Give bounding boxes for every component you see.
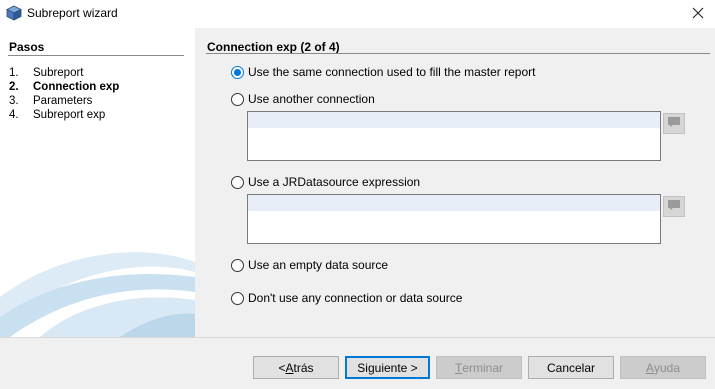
expression-editor-icon xyxy=(667,116,681,131)
radio-button[interactable] xyxy=(231,258,244,272)
radio-label: Don't use any connection or data source xyxy=(248,291,463,305)
step-item-subreport: 1. Subreport xyxy=(9,67,84,79)
back-button[interactable]: < Atrás xyxy=(253,356,339,379)
section-title: Connection exp (2 of 4) xyxy=(207,40,340,54)
radio-label: Use another connection xyxy=(248,92,375,106)
steps-divider xyxy=(8,55,184,56)
radio-same-connection[interactable]: Use the same connection used to fill the… xyxy=(231,64,535,80)
radio-no-connection[interactable]: Don't use any connection or data source xyxy=(231,290,462,306)
radio-button[interactable] xyxy=(231,175,244,189)
datasource-expression-editor-button[interactable] xyxy=(663,196,685,217)
step-label: Subreport xyxy=(33,67,84,79)
step-item-connection-exp: 2. Connection exp xyxy=(9,81,120,93)
window-title: Subreport wizard xyxy=(27,6,118,20)
radio-button-checked[interactable] xyxy=(231,65,244,79)
title-bar: Subreport wizard xyxy=(0,0,715,28)
steps-panel: Pasos 1. Subreport 2. Connection exp 3. Par… xyxy=(0,28,195,337)
expression-editor-icon xyxy=(667,199,681,214)
radio-another-connection[interactable]: Use another connection xyxy=(231,91,375,107)
datasource-expression-field[interactable] xyxy=(247,194,661,244)
steps-title: Pasos xyxy=(9,40,45,54)
decorative-swoosh xyxy=(0,252,195,337)
steps-list: 1. Subreport 2. Connection exp 3. Parameter… xyxy=(9,66,119,122)
radio-jr-datasource[interactable]: Use a JRDatasource expression xyxy=(231,174,420,190)
step-label: Connection exp xyxy=(33,81,120,93)
step-label: Parameters xyxy=(33,95,93,107)
cancel-button[interactable]: Cancelar xyxy=(528,356,614,379)
app-cube-icon xyxy=(6,5,22,21)
radio-empty-datasource[interactable]: Use an empty data source xyxy=(231,257,388,273)
finish-button[interactable]: Terminar xyxy=(436,356,522,379)
next-button[interactable]: Siguiente > xyxy=(345,356,430,379)
close-icon xyxy=(692,7,704,22)
step-item-parameters: 3. Parameters xyxy=(9,95,93,107)
radio-button[interactable] xyxy=(231,92,244,106)
button-bar: < Atrás Siguiente > Terminar Cancelar Ay… xyxy=(0,337,715,389)
radio-label: Use the same connection used to fill the… xyxy=(248,65,536,79)
radio-label: Use an empty data source xyxy=(248,258,389,272)
close-button[interactable] xyxy=(681,0,715,28)
connection-expression-field[interactable] xyxy=(247,111,661,161)
step-label: Subreport exp xyxy=(33,109,106,121)
section-divider xyxy=(206,53,710,54)
wizard-content: Connection exp (2 of 4) Use the same con… xyxy=(195,28,715,337)
help-button[interactable]: Ayuda xyxy=(620,356,706,379)
radio-label: Use a JRDatasource expression xyxy=(248,175,421,189)
step-item-subreport-exp: 4. Subreport exp xyxy=(9,109,106,121)
connection-expression-editor-button[interactable] xyxy=(663,113,685,134)
radio-button[interactable] xyxy=(231,291,244,305)
